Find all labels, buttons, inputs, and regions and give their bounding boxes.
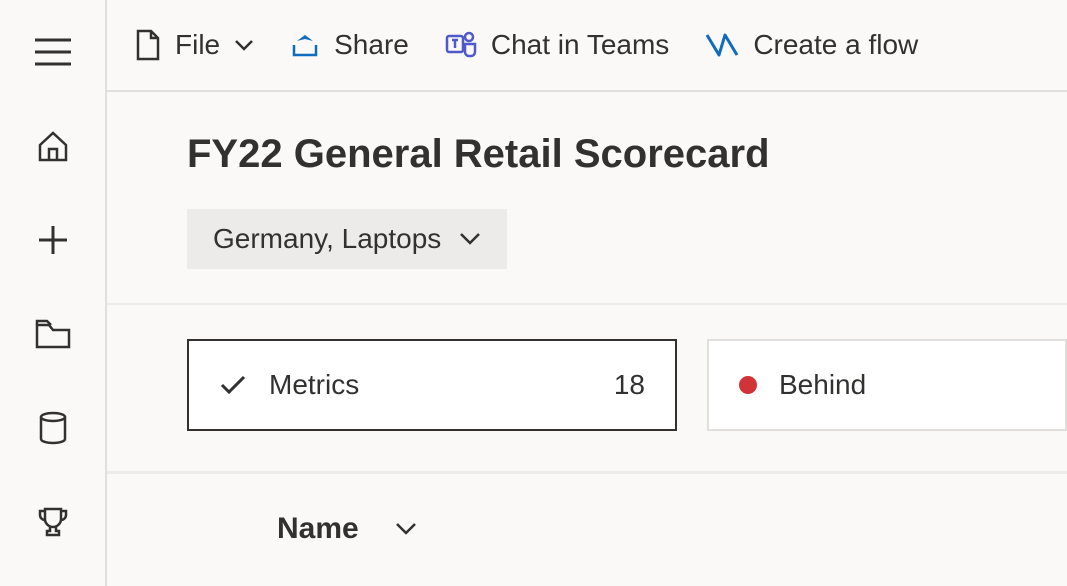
folder-icon[interactable] (31, 312, 75, 356)
share-button[interactable]: Share (290, 29, 409, 61)
filter-dropdown[interactable]: Germany, Laptops (187, 209, 507, 269)
teams-icon (445, 30, 477, 60)
flow-icon (705, 31, 739, 59)
create-flow-button[interactable]: Create a flow (705, 29, 918, 61)
filter-label: Germany, Laptops (213, 223, 441, 255)
chevron-down-icon (395, 522, 417, 536)
left-nav-rail (0, 0, 105, 586)
metrics-card-label: Metrics (269, 369, 359, 401)
status-card[interactable]: Behind (707, 339, 1067, 431)
metrics-count: 18 (614, 369, 645, 401)
metrics-card[interactable]: Metrics 18 (187, 339, 677, 431)
file-menu[interactable]: File (135, 29, 254, 61)
share-icon (290, 31, 320, 59)
file-label: File (175, 29, 220, 61)
chat-teams-button[interactable]: Chat in Teams (445, 29, 669, 61)
page-header: FY22 General Retail Scorecard Germany, L… (107, 92, 1067, 269)
share-label: Share (334, 29, 409, 61)
page-title: FY22 General Retail Scorecard (187, 132, 1067, 177)
home-icon[interactable] (31, 124, 75, 168)
hamburger-menu-icon[interactable] (31, 30, 75, 74)
plus-icon[interactable] (31, 218, 75, 262)
database-icon[interactable] (31, 406, 75, 450)
checkmark-icon (219, 374, 247, 396)
chevron-down-icon (459, 232, 481, 246)
file-icon (135, 29, 161, 61)
trophy-icon[interactable] (31, 500, 75, 544)
summary-cards-row: Metrics 18 Behind (107, 305, 1067, 431)
main-content: File Share Chat in Teams (105, 0, 1067, 586)
status-dot-icon (739, 376, 757, 394)
status-card-label: Behind (779, 369, 866, 401)
name-column-label: Name (277, 512, 359, 546)
chevron-down-icon (234, 39, 254, 51)
name-column-header[interactable]: Name (107, 474, 1067, 546)
create-flow-label: Create a flow (753, 29, 918, 61)
top-toolbar: File Share Chat in Teams (107, 0, 1067, 92)
chat-teams-label: Chat in Teams (491, 29, 669, 61)
